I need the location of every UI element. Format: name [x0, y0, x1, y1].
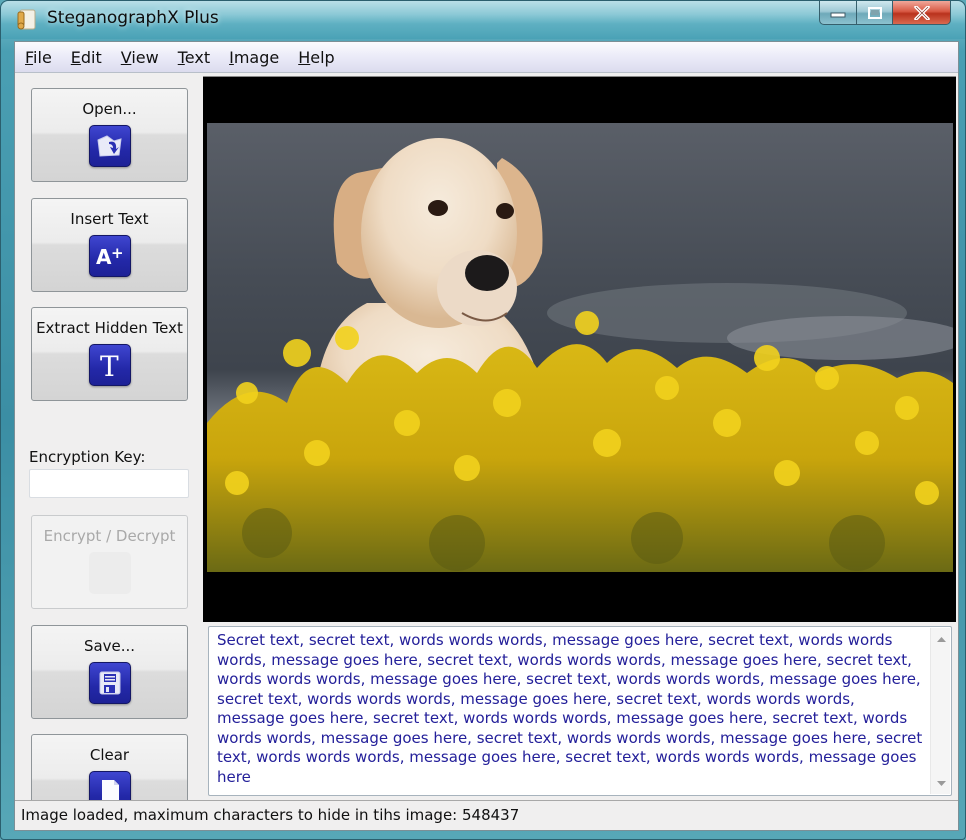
encryption-key-input[interactable] — [29, 469, 189, 498]
extract-hidden-text-button[interactable]: Extract Hidden Text T — [31, 307, 188, 401]
window-title: SteganographX Plus — [47, 8, 219, 28]
svg-text:T: T — [100, 350, 119, 380]
save-button-label: Save... — [83, 637, 136, 655]
menu-view[interactable]: View — [121, 48, 159, 67]
extract-hidden-text-button-label: Extract Hidden Text — [36, 319, 183, 337]
save-disk-icon — [88, 662, 131, 704]
menu-mnemonic: T — [177, 47, 185, 67]
sidebar: Open... Insert Text A + Extract Hidden Te… — [15, 74, 201, 828]
image-preview-panel — [203, 76, 956, 622]
menu-bar: File Edit View Text Image Help — [15, 42, 958, 73]
insert-text-button[interactable]: Insert Text A + — [31, 198, 188, 292]
menu-image[interactable]: Image — [229, 48, 279, 67]
insert-text-button-label: Insert Text — [70, 210, 149, 228]
menu-mnemonic: V — [120, 47, 132, 67]
hidden-text-input[interactable] — [209, 627, 929, 795]
status-bar: Image loaded, maximum characters to hide… — [15, 800, 958, 830]
client-area: File Edit View Text Image Help Open... Insert… — [14, 41, 959, 831]
menu-label-rest: dit — [80, 47, 102, 67]
close-button[interactable] — [893, 1, 951, 25]
menu-text[interactable]: Text — [178, 48, 210, 67]
menu-label-rest: mage — [233, 47, 280, 67]
dog-in-flowers-image — [207, 123, 953, 572]
vertical-scrollbar[interactable] — [930, 628, 950, 794]
title-bar[interactable]: SteganographX Plus — [1, 1, 965, 39]
save-button[interactable]: Save... — [31, 625, 188, 719]
scroll-up-icon — [936, 636, 946, 642]
svg-text:+: + — [111, 244, 124, 262]
menu-label-rest: elp — [310, 47, 335, 67]
encrypt-decrypt-button[interactable]: Encrypt / Decrypt — [31, 515, 188, 609]
menu-label-rest: ext — [184, 47, 211, 67]
scroll-down-icon — [936, 780, 946, 786]
svg-text:A: A — [96, 245, 112, 268]
scroll-down-button[interactable] — [931, 774, 951, 792]
app-window: SteganographX Plus File Edit View Text Image… — [0, 0, 966, 840]
minimize-button[interactable] — [819, 1, 857, 25]
menu-help[interactable]: Help — [298, 48, 334, 67]
encrypt-decrypt-button-label: Encrypt / Decrypt — [43, 527, 176, 545]
close-icon — [913, 5, 930, 20]
menu-label-rest: iew — [131, 47, 159, 67]
menu-mnemonic: F — [25, 47, 34, 67]
open-folder-icon — [88, 125, 131, 167]
maximize-button[interactable] — [857, 1, 893, 25]
menu-label-rest: ile — [33, 47, 52, 67]
extract-text-icon: T — [88, 344, 131, 386]
encrypt-icon — [88, 552, 131, 594]
minimize-icon — [830, 12, 846, 17]
encryption-key-label: Encryption Key: — [29, 448, 146, 466]
app-key-icon — [17, 9, 36, 30]
scroll-up-button[interactable] — [931, 630, 951, 648]
maximize-icon — [867, 6, 882, 19]
insert-text-icon: A + — [88, 235, 131, 277]
menu-mnemonic: H — [298, 47, 311, 67]
loaded-image — [207, 123, 953, 572]
status-text: Image loaded, maximum characters to hide… — [21, 806, 520, 824]
open-button-label: Open... — [82, 100, 137, 118]
hidden-text-area — [208, 626, 952, 796]
clear-button-label: Clear — [89, 746, 130, 764]
menu-edit[interactable]: Edit — [71, 48, 102, 67]
menu-mnemonic: E — [70, 47, 81, 67]
open-button[interactable]: Open... — [31, 88, 188, 182]
menu-file[interactable]: File — [25, 48, 52, 67]
